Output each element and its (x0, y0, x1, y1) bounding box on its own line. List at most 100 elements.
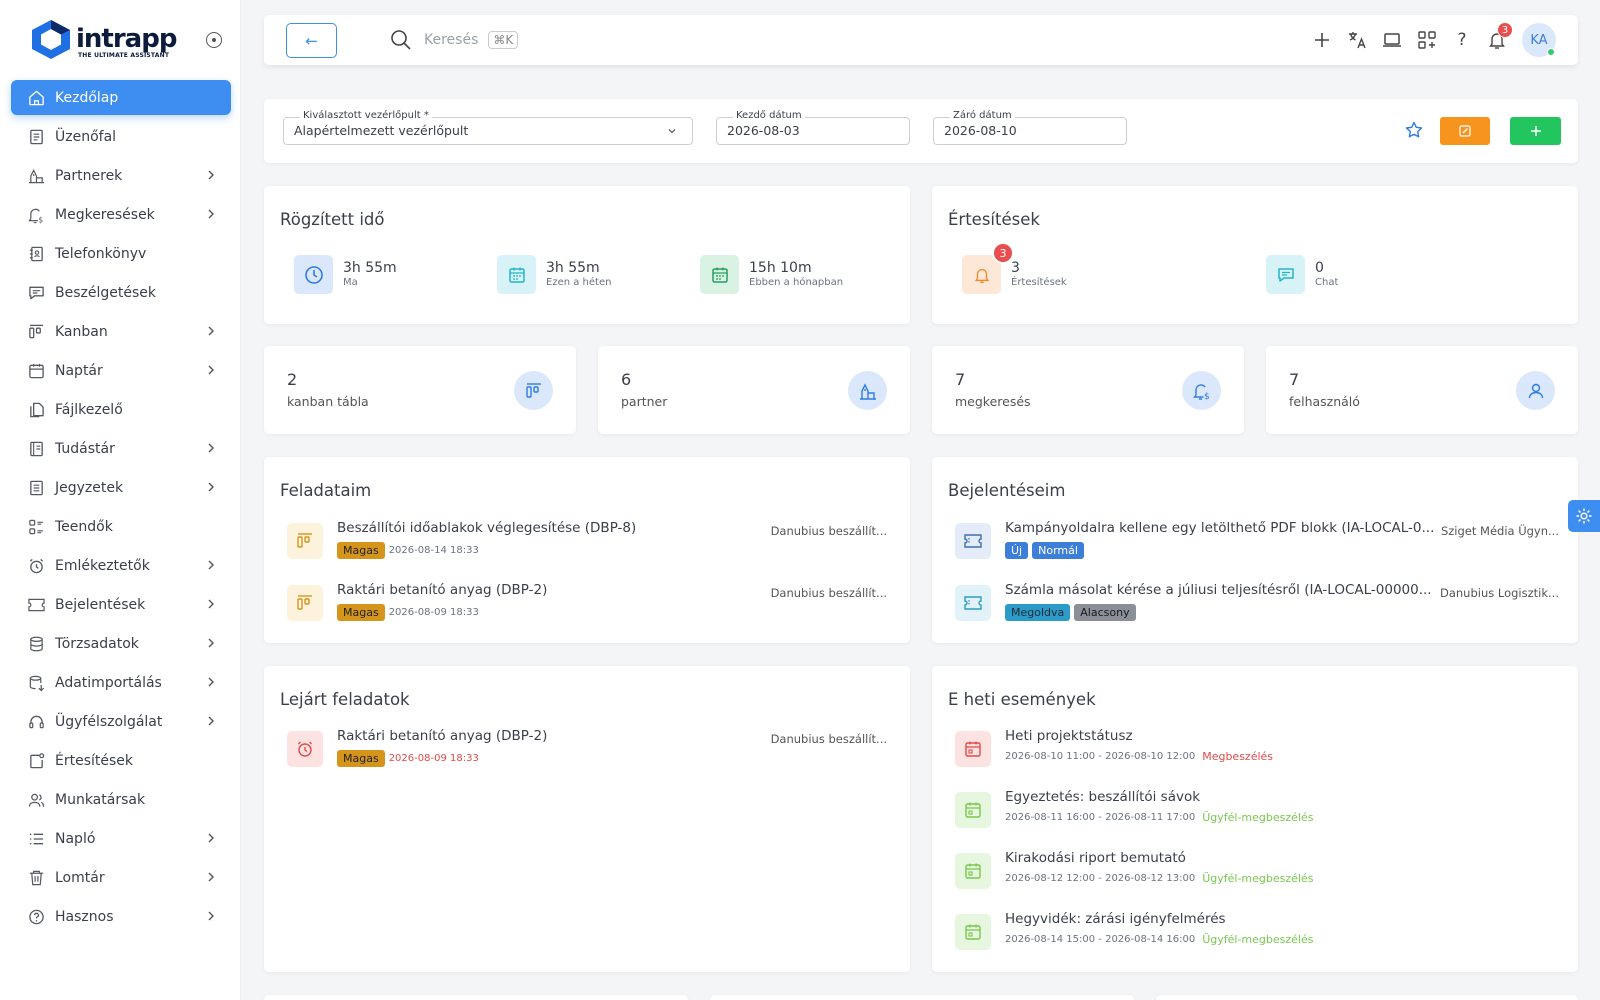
sidebar-item-chat[interactable]: Beszélgetések (11, 275, 231, 310)
stat-chat[interactable]: 0 Chat (1266, 255, 1338, 294)
sidebar-item-label: Partnerek (55, 167, 123, 184)
task-title: Raktári betanító anyag (DBP-2) (337, 582, 548, 598)
partners-icon (28, 167, 45, 184)
sidebar-item-headset[interactable]: Ügyfélszolgálat (11, 704, 231, 739)
logo[interactable]: intrapp THE ULTIMATE ASSISTANT (28, 18, 177, 60)
kanban-count-card[interactable]: 2 kanban tábla (264, 346, 576, 434)
notifications-bell-icon[interactable]: 3 (1487, 22, 1513, 50)
sidebar-item-ticket[interactable]: Bejelentések (11, 587, 231, 622)
sidebar-item-calendar[interactable]: Naptár (11, 353, 231, 388)
sidebar-item-alarm[interactable]: Emlékeztetők (11, 548, 231, 583)
calendar-event-icon (955, 853, 991, 889)
add-dashboard-button[interactable] (1510, 117, 1561, 145)
overdue-task-title: Raktári betanító anyag (DBP-2) (337, 728, 548, 744)
brand-tagline: THE ULTIMATE ASSISTANT (78, 52, 170, 59)
sidebar: intrapp THE ULTIMATE ASSISTANT Kezdőlap Ü… (0, 0, 241, 1000)
sidebar-item-board[interactable]: Üzenőfal (11, 119, 231, 154)
calendar-event-icon (955, 792, 991, 828)
event-row[interactable]: Egyeztetés: beszállítói sávok 2026-08-11 … (955, 789, 1559, 833)
svg-text:$: $ (1204, 392, 1210, 401)
sidebar-item-home[interactable]: Kezdőlap (11, 80, 231, 115)
sidebar-item-trash[interactable]: Lomtár (11, 860, 231, 895)
sidebar-item-import[interactable]: Adatimportálás (11, 665, 231, 700)
sidebar-item-book[interactable]: Tudástár (11, 431, 231, 466)
chevron-down-icon (668, 129, 676, 134)
notes-icon (28, 479, 45, 496)
sidebar-toggle-icon[interactable] (206, 32, 222, 48)
chevron-right-icon (205, 832, 217, 844)
search-box[interactable]: Keresés ⌘K (390, 29, 519, 51)
task-meta: Magas 2026-08-09 18:33 (337, 604, 479, 621)
partner-count-card[interactable]: 6 partner (598, 346, 910, 434)
search-shortcut: ⌘K (488, 31, 519, 49)
overdue-row[interactable]: Raktári betanító anyag (DBP-2) Magas 2026… (287, 728, 887, 772)
help-icon[interactable]: ? (1452, 30, 1472, 50)
kanban-icon (28, 323, 45, 340)
task-row[interactable]: Beszállítói időablakok véglegesítése (DB… (287, 520, 887, 564)
bottom-card-peek (1156, 995, 1578, 1000)
calendar-event-icon (955, 731, 991, 767)
ticket-partner: Sziget Média Ügyn... (1440, 524, 1559, 538)
event-row[interactable]: Heti projektstátusz 2026-08-10 11:00 - 20… (955, 728, 1559, 772)
sidebar-item-notes[interactable]: Jegyzetek (11, 470, 231, 505)
start-date-field[interactable]: Kezdő dátum 2026-08-03 (716, 109, 910, 145)
translate-icon[interactable] (1347, 30, 1367, 50)
calendar-week-icon (497, 255, 536, 294)
dashboard-filter-bar: Kiválasztott vezérlőpult * Alapértelmeze… (264, 99, 1578, 163)
laptop-icon[interactable] (1382, 30, 1402, 50)
task-deadline: 2026-08-14 18:33 (388, 545, 479, 556)
sidebar-item-partners[interactable]: Partnerek (11, 158, 231, 193)
user-avatar[interactable]: KA (1522, 23, 1556, 57)
ticket-row[interactable]: Számla másolat kérése a júliusi teljesít… (955, 582, 1559, 626)
task-row[interactable]: Raktári betanító anyag (DBP-2) Magas 2026… (287, 582, 887, 626)
event-title: Heti projektstátusz (1005, 728, 1133, 744)
sidebar-item-phonebook[interactable]: Telefonkönyv (11, 236, 231, 271)
edit-dashboard-button[interactable] (1440, 117, 1490, 145)
ticket-meta: Megoldva Alacsony (1005, 604, 1140, 621)
sidebar-item-database[interactable]: Törzsadatok (11, 626, 231, 661)
home-icon (28, 89, 45, 106)
event-row[interactable]: Hegyvidék: zárási igényfelmérés 2026-08-1… (955, 911, 1559, 955)
sidebar-item-kanban[interactable]: Kanban (11, 314, 231, 349)
priority-badge: Magas (337, 542, 385, 559)
online-status-dot (1547, 48, 1555, 56)
sidebar-item-label: Jegyzetek (55, 479, 124, 496)
events-title: E heti események (948, 690, 1096, 709)
sidebar-item-users[interactable]: Munkatársak (11, 782, 231, 817)
edit-icon (1459, 125, 1471, 137)
sidebar-item-notification[interactable]: Értesítések (11, 743, 231, 778)
notifications-title: Értesítések (948, 210, 1040, 229)
settings-gear-button[interactable] (1568, 500, 1600, 532)
ticket-row[interactable]: Kampányoldalra kellene egy letölthető PD… (955, 520, 1559, 564)
favorite-star-icon[interactable] (1405, 121, 1423, 139)
sidebar-item-files[interactable]: Fájlkezelő (11, 392, 231, 427)
calendar-icon (28, 362, 45, 379)
chevron-right-icon (205, 169, 217, 181)
priority-badge: Magas (337, 604, 385, 621)
my-tickets-card: Bejelentéseim Kampányoldalra kellene egy… (932, 457, 1578, 643)
end-date-field[interactable]: Záró dátum 2026-08-10 (933, 109, 1127, 145)
inquiry-count-card[interactable]: 7 megkeresés $ (932, 346, 1244, 434)
sidebar-item-label: Fájlkezelő (55, 401, 123, 418)
stat-notifications[interactable]: 3 3 Értesítések (962, 242, 1067, 294)
notification-icon (28, 752, 45, 769)
sidebar-item-list[interactable]: Napló (11, 821, 231, 856)
event-row[interactable]: Kirakodási riport bemutató 2026-08-12 12:… (955, 850, 1559, 894)
sidebar-item-todo[interactable]: Teendők (11, 509, 231, 544)
sidebar-item-label: Megkeresések (55, 206, 155, 223)
dashboard-select[interactable]: Kiválasztott vezérlőpult * Alapértelmeze… (283, 109, 693, 145)
apps-icon[interactable] (1417, 30, 1437, 50)
sidebar-item-label: Napló (55, 830, 96, 847)
user-count-card[interactable]: 7 felhasználó (1266, 346, 1578, 434)
back-button[interactable]: ← (286, 23, 337, 58)
plus-icon (1530, 126, 1541, 136)
add-icon[interactable] (1312, 30, 1332, 50)
task-partner: Danubius beszállít... (770, 586, 887, 600)
sidebar-item-bell-dollar[interactable]: $ Megkeresések (11, 197, 231, 232)
ticket-icon (28, 596, 45, 613)
event-type: Megbeszélés (1202, 750, 1274, 763)
partner-count-label: partner (621, 394, 668, 409)
overdue-tasks-card: Lejárt feladatok Raktári betanító anyag … (264, 666, 910, 972)
sidebar-item-help-circle[interactable]: Hasznos (11, 899, 231, 934)
bell-dollar-icon: $ (1182, 371, 1221, 410)
